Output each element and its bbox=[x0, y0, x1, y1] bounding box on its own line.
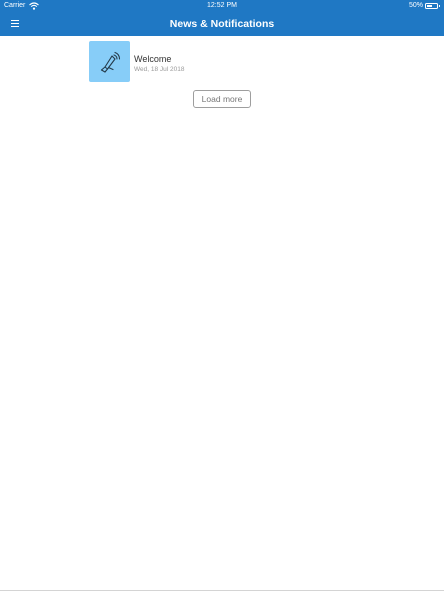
megaphone-icon bbox=[100, 51, 121, 73]
battery-fill bbox=[427, 5, 432, 7]
load-more-button[interactable]: Load more bbox=[193, 90, 251, 108]
hamburger-menu-icon[interactable] bbox=[8, 17, 22, 31]
news-item[interactable]: Welcome Wed, 18 Jul 2018 bbox=[89, 41, 209, 82]
news-thumbnail bbox=[89, 41, 130, 82]
battery-percent: 50% bbox=[408, 2, 423, 9]
page-title: News & Notifications bbox=[169, 18, 275, 30]
news-item-title: Welcome bbox=[134, 54, 172, 64]
clock: 12:52 PM bbox=[207, 2, 237, 9]
status-bar: Carrier 12:52 PM 50% bbox=[0, 0, 444, 12]
news-item-date: Wed, 18 Jul 2018 bbox=[134, 66, 185, 73]
battery-icon bbox=[425, 3, 440, 9]
navigation-bar: News & Notifications bbox=[0, 12, 444, 36]
divider bbox=[0, 590, 444, 591]
